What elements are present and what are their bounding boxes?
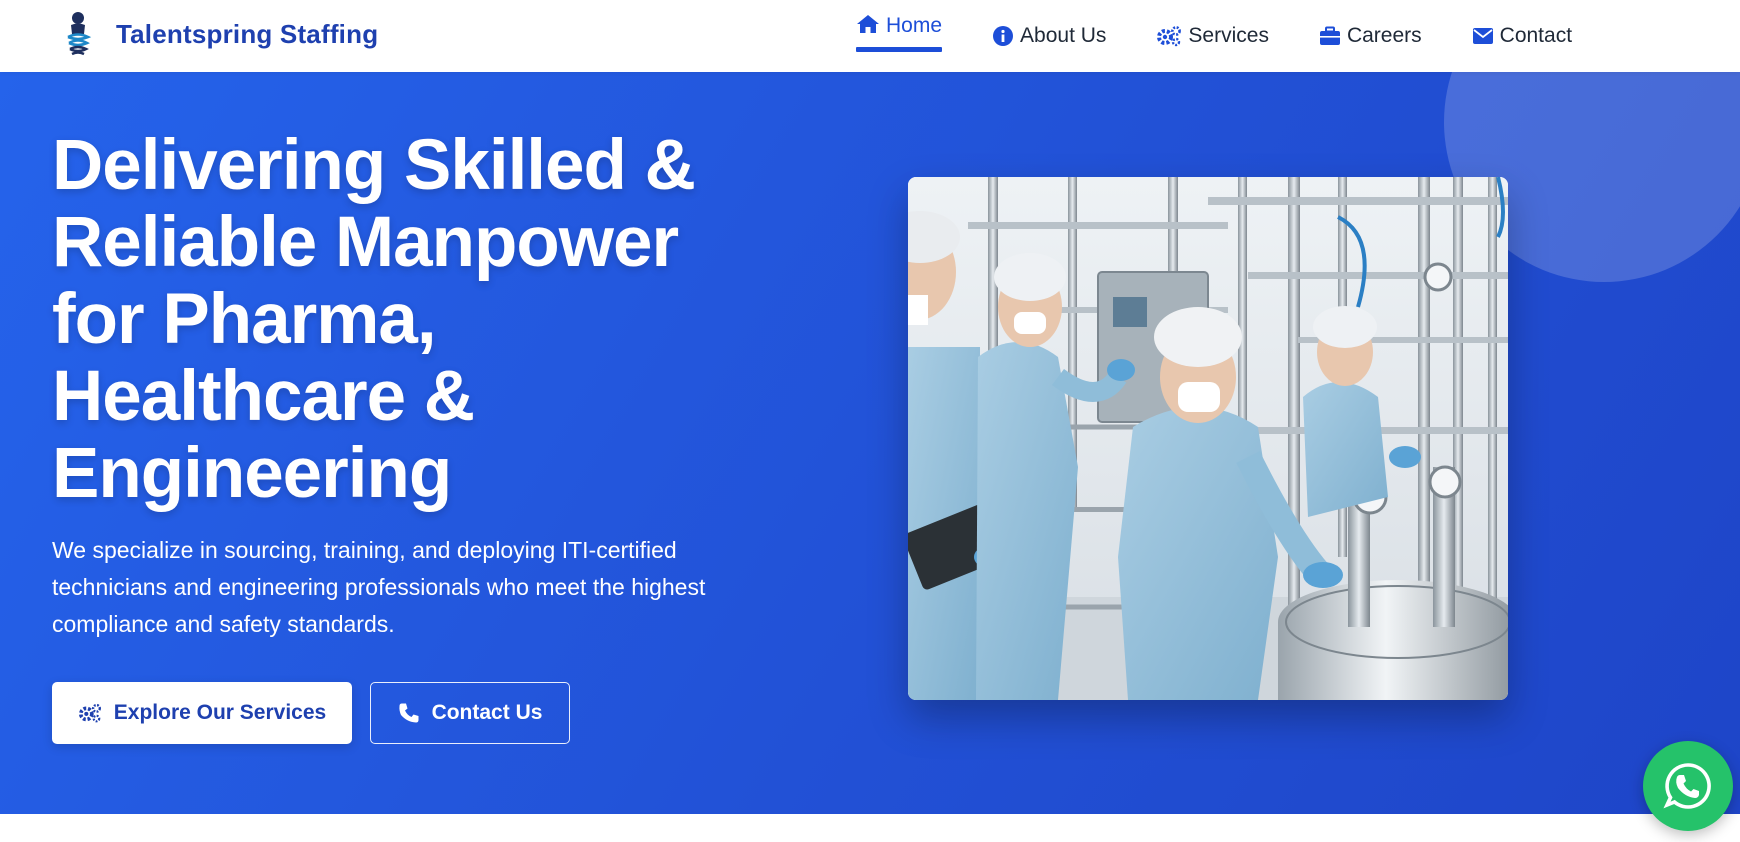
explore-services-button[interactable]: Explore Our Services <box>52 682 352 744</box>
info-icon <box>993 26 1014 46</box>
brand-name: Talentspring Staffing <box>116 18 379 49</box>
whatsapp-icon <box>1663 763 1711 809</box>
nav-item-contact[interactable]: Contact <box>1472 0 1572 72</box>
whatsapp-button[interactable] <box>1643 741 1733 831</box>
briefcase-icon <box>1319 26 1340 45</box>
nav-item-services[interactable]: Services <box>1156 0 1269 72</box>
nav-label-services: Services <box>1188 24 1269 47</box>
nav-item-careers[interactable]: Careers <box>1319 0 1422 72</box>
hero-title: Delivering Skilled & Reliable Manpower f… <box>52 126 696 513</box>
nav-item-about[interactable]: About Us <box>992 0 1106 72</box>
explore-services-label: Explore Our Services <box>113 701 327 724</box>
pharma-technicians-photo <box>908 177 1508 700</box>
envelope-icon <box>1472 28 1493 44</box>
brand[interactable]: Talentspring Staffing <box>60 10 378 58</box>
brand-logo-icon <box>67 12 92 56</box>
site-header: Talentspring Staffing Home About Us Serv… <box>0 0 1740 72</box>
nav-label-home: Home <box>886 14 943 37</box>
contact-us-button[interactable]: Contact Us <box>370 682 570 744</box>
hero-subtitle: We specialize in sourcing, training, and… <box>52 537 706 637</box>
nav-label-careers: Careers <box>1346 24 1422 47</box>
nav-label-contact: Contact <box>1499 24 1573 47</box>
phone-icon <box>398 703 419 723</box>
hero-section: Delivering Skilled & Reliable Manpower f… <box>0 72 1740 814</box>
hero-photo <box>908 177 1508 700</box>
gears-icon <box>78 703 101 723</box>
home-icon <box>857 15 879 33</box>
main-nav: Home About Us Services Careers Contact <box>856 0 1622 72</box>
contact-us-label: Contact Us <box>431 701 543 724</box>
nav-label-about: About Us <box>1020 24 1107 47</box>
nav-item-home[interactable]: Home <box>856 0 943 72</box>
gears-icon <box>1157 26 1182 47</box>
